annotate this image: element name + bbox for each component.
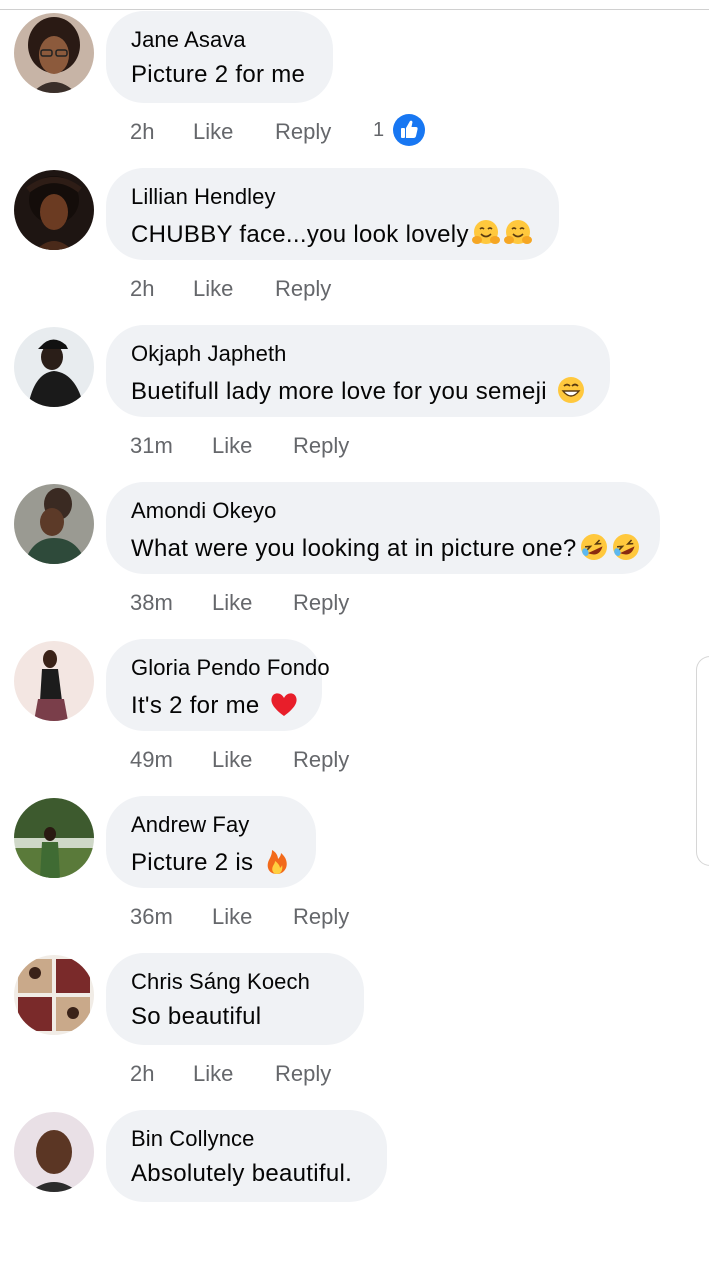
like-button[interactable]: Like (212, 904, 252, 930)
comment-text: So beautiful (131, 1003, 261, 1031)
reply-button[interactable]: Reply (293, 747, 349, 773)
comment-text: It's 2 for me (131, 689, 299, 726)
top-divider (0, 9, 709, 10)
comment-bubble[interactable]: Bin Collynce Absolutely beautiful. Absol… (106, 1110, 388, 1202)
comment-text: Picture 2 is (131, 846, 292, 883)
comment-text-content: CHUBBY face...you look lovely (131, 221, 469, 248)
like-button[interactable]: Like (212, 747, 252, 773)
comment-bubble[interactable]: Andrew Fay Picture 2 is Picture 2 is (106, 796, 317, 888)
comment-text-content: Picture 2 for me (131, 61, 306, 88)
avatar[interactable] (14, 798, 94, 878)
like-button[interactable]: Like (212, 433, 252, 459)
comment-author[interactable]: Chris Sáng Koech (131, 969, 310, 995)
comment-author[interactable]: Andrew Fay (131, 812, 249, 838)
comment-text: Buetifull lady more love for you semeji (131, 375, 586, 412)
comment-item: Amondi Okeyo What were you looking at in… (0, 482, 709, 639)
hugging-face-icon (471, 218, 501, 255)
comment-bubble[interactable]: Amondi Okeyo What were you looking at in… (106, 482, 661, 574)
comment-time[interactable]: 2h (130, 276, 154, 302)
comment-author[interactable]: Jane Asava (131, 27, 246, 53)
comment-author[interactable]: Okjaph Japheth (131, 341, 287, 367)
comment-time[interactable]: 36m (130, 904, 173, 930)
avatar[interactable] (14, 327, 94, 407)
hugging-face-icon (503, 218, 533, 255)
comment-item: Andrew Fay Picture 2 is Picture 2 is 36m… (0, 796, 709, 953)
comment-text: What were you looking at in picture one? (131, 532, 641, 569)
red-heart-icon (269, 689, 299, 726)
like-button[interactable]: Like (193, 119, 233, 145)
comment-text-content: It's 2 for me (131, 692, 260, 719)
comment-text-content: Buetifull lady more love for you semeji (131, 378, 547, 405)
reply-button[interactable]: Reply (293, 904, 349, 930)
comment-item: Chris Sáng Koech So beautiful Chris Sáng… (0, 953, 709, 1110)
like-button[interactable]: Like (212, 590, 252, 616)
avatar[interactable] (14, 484, 94, 564)
avatar[interactable] (14, 1112, 94, 1192)
reply-button[interactable]: Reply (293, 433, 349, 459)
avatar[interactable] (14, 13, 94, 93)
comment-bubble[interactable]: Gloria Pendo Fondo It's 2 for me It's 2 … (106, 639, 330, 731)
comment-text: Picture 2 for me (131, 61, 305, 89)
avatar[interactable] (14, 641, 94, 721)
comment-time[interactable]: 38m (130, 590, 173, 616)
rofl-face-icon (611, 532, 641, 569)
comment-author[interactable]: Gloria Pendo Fondo (131, 655, 330, 681)
avatar[interactable] (14, 170, 94, 250)
like-thumb-icon[interactable] (393, 114, 425, 146)
comment-text-content: So beautiful (131, 1003, 262, 1030)
floating-panel-edge[interactable] (696, 656, 709, 866)
comment-time[interactable]: 2h (130, 1061, 154, 1087)
reply-button[interactable]: Reply (275, 1061, 331, 1087)
reaction-count[interactable]: 1 (373, 119, 384, 142)
reply-button[interactable]: Reply (275, 276, 331, 302)
comment-item: Lillian Hendley CHUBBY face...you look l… (0, 168, 709, 325)
comment-text-content: Absolutely beautiful. (131, 1160, 353, 1187)
comment-item: Bin Collynce Absolutely beautiful. Absol… (0, 1110, 709, 1267)
comment-author[interactable]: Amondi Okeyo (131, 498, 277, 524)
rofl-face-icon (579, 532, 609, 569)
comment-time[interactable]: 31m (130, 433, 173, 459)
comment-item: Jane Asava Picture 2 for me Picture 2 fo… (0, 11, 709, 168)
comment-text: CHUBBY face...you look lovely (131, 218, 533, 255)
comment-author[interactable]: Lillian Hendley (131, 184, 276, 210)
comment-author[interactable]: Bin Collynce (131, 1126, 254, 1152)
comment-bubble[interactable]: Chris Sáng Koech So beautiful Chris Sáng… (106, 953, 365, 1045)
comment-bubble[interactable]: Okjaph Japheth Buetifull lady more love … (106, 325, 610, 417)
reply-button[interactable]: Reply (275, 119, 331, 145)
grinning-face-icon (556, 375, 586, 412)
comment-bubble[interactable]: Jane Asava Picture 2 for me Picture 2 fo… (106, 11, 334, 103)
comment-text-content: What were you looking at in picture one? (131, 535, 577, 562)
comment-text: Absolutely beautiful. (131, 1160, 352, 1188)
comment-bubble[interactable]: Lillian Hendley CHUBBY face...you look l… (106, 168, 560, 260)
comment-item: Gloria Pendo Fondo It's 2 for me It's 2 … (0, 639, 709, 796)
comment-text-content: Picture 2 is (131, 849, 254, 876)
avatar[interactable] (14, 955, 94, 1035)
like-button[interactable]: Like (193, 276, 233, 302)
fire-icon (262, 846, 292, 883)
like-button[interactable]: Like (193, 1061, 233, 1087)
comment-item: Okjaph Japheth Buetifull lady more love … (0, 325, 709, 482)
comment-time[interactable]: 2h (130, 119, 154, 145)
reply-button[interactable]: Reply (293, 590, 349, 616)
comment-time[interactable]: 49m (130, 747, 173, 773)
